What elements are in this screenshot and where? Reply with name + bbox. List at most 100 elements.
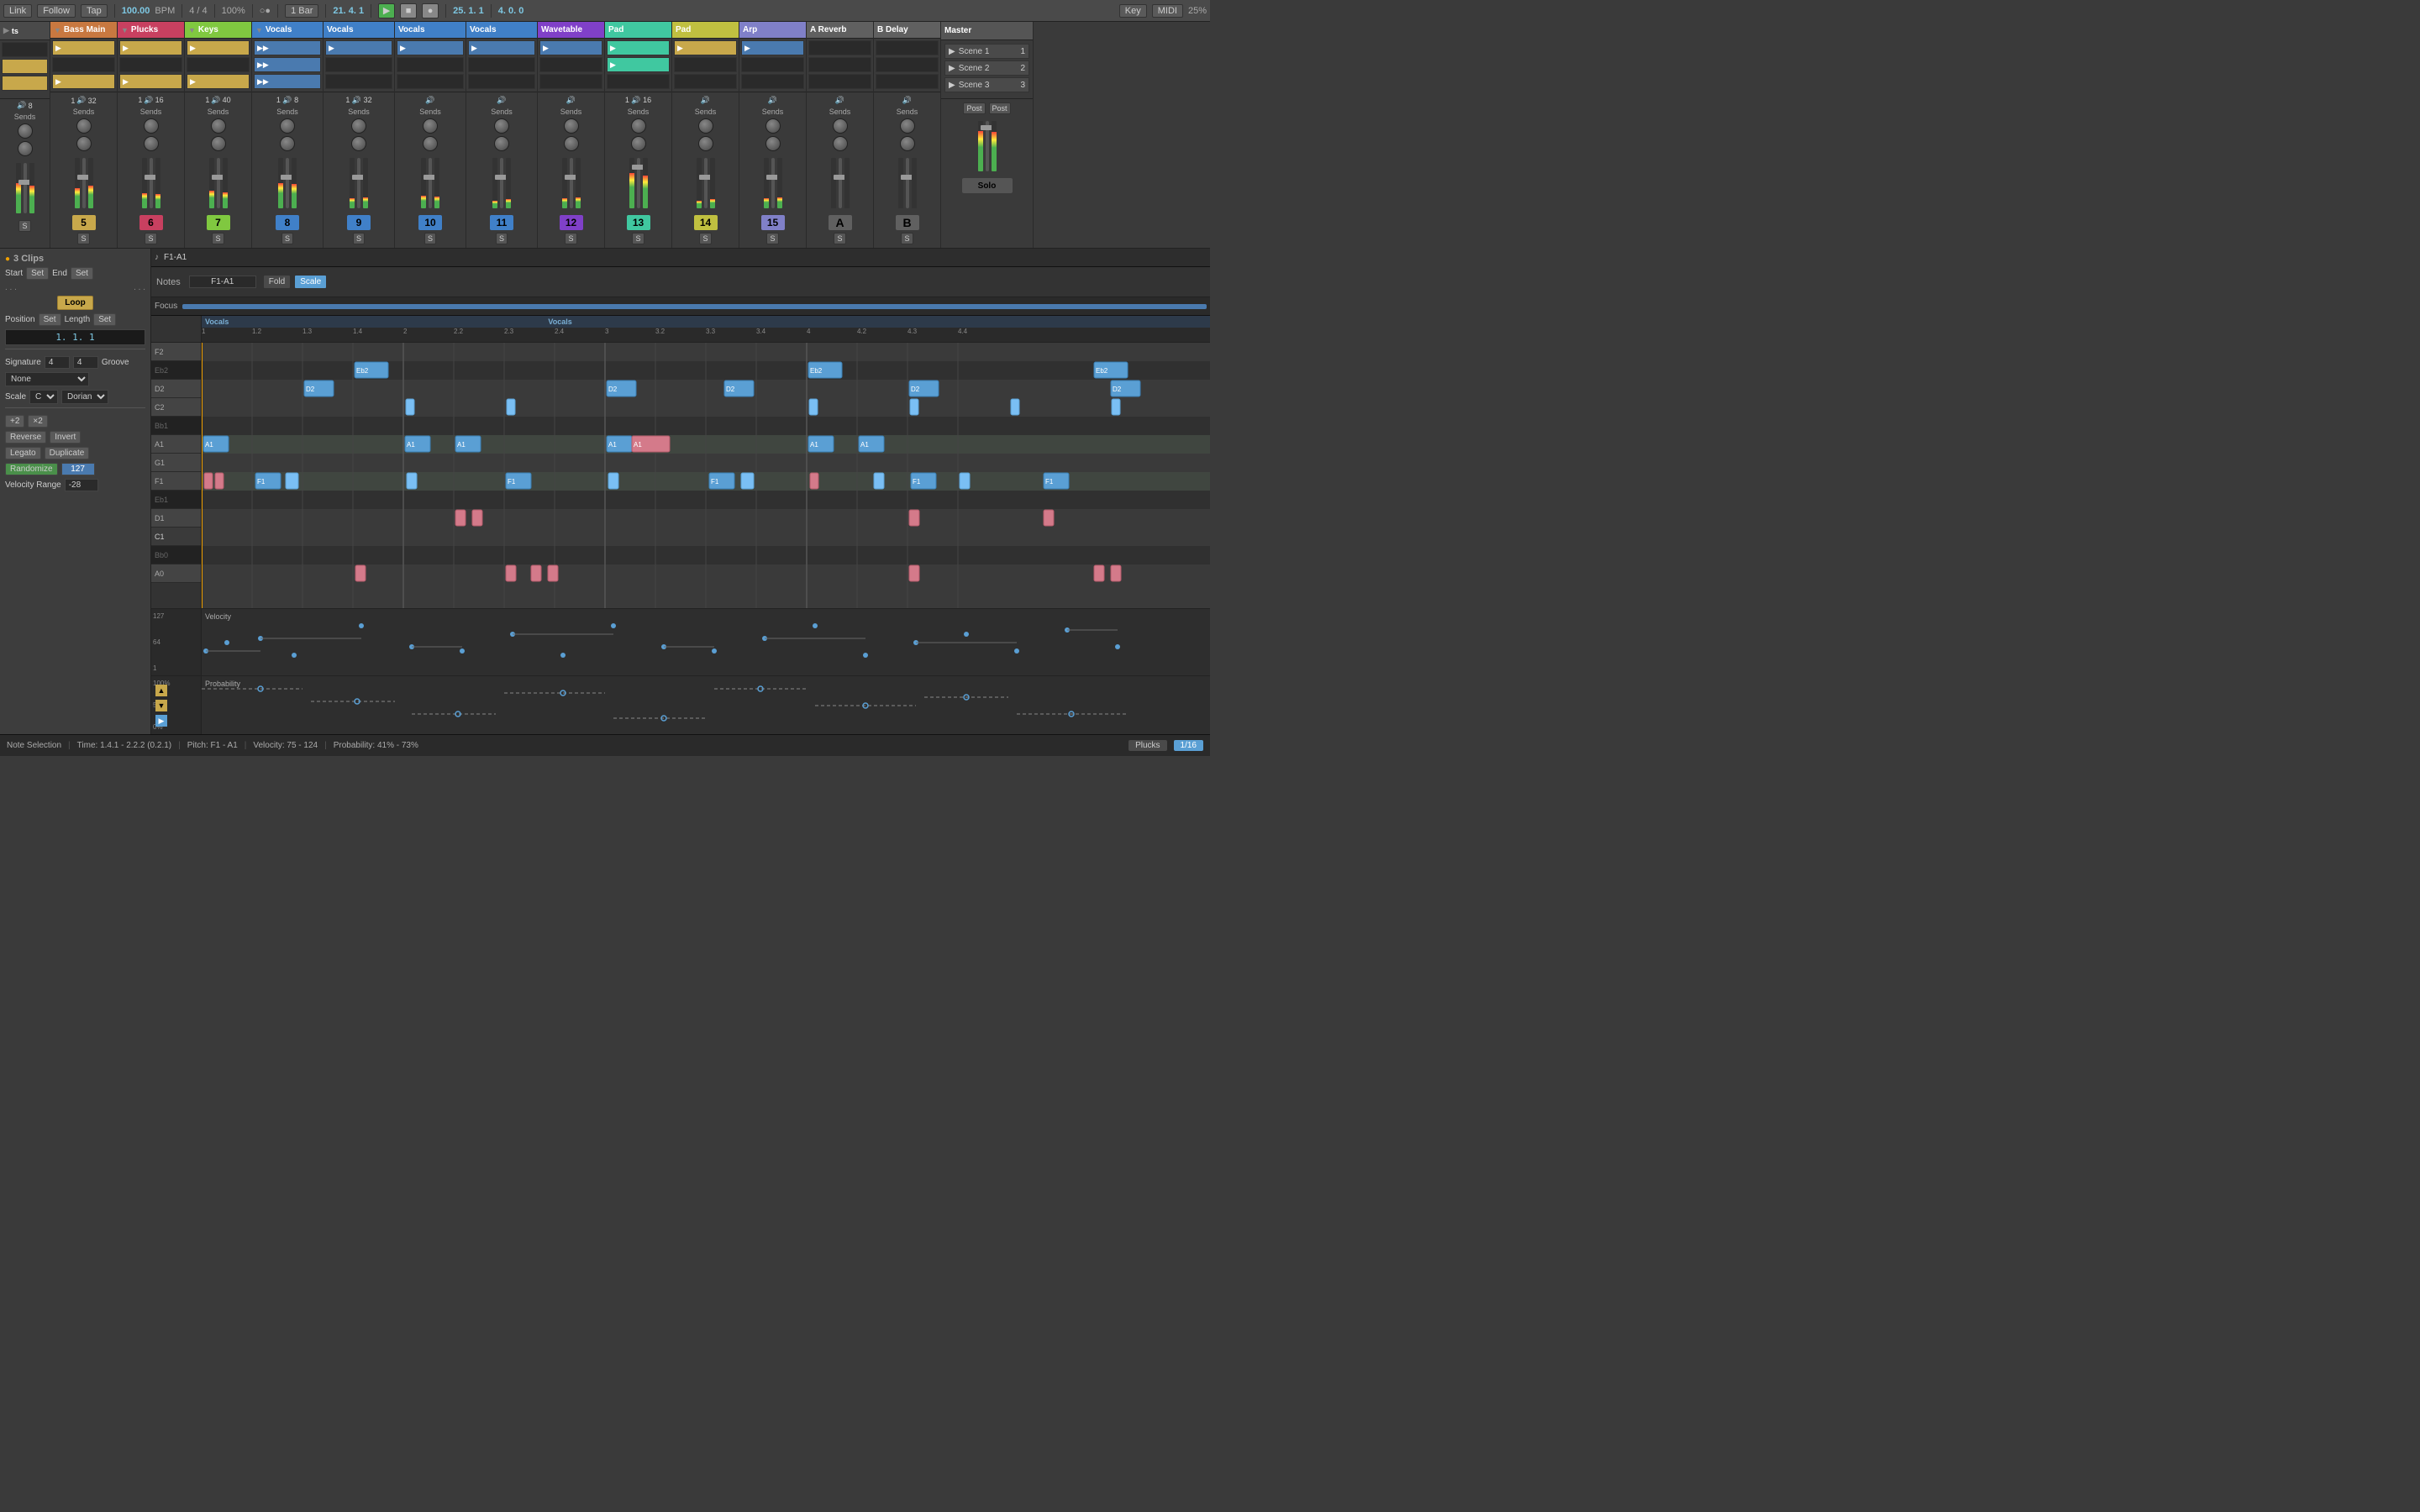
clip-13c[interactable]	[876, 74, 939, 89]
clip-11c[interactable]	[741, 74, 804, 89]
roll-content[interactable]: A1 A1 A1 A1 A1 A1 A1 Eb2	[202, 343, 1210, 608]
send-a-13[interactable]	[900, 118, 915, 134]
record-button[interactable]: ●	[422, 3, 439, 18]
clip-slot-1a[interactable]: ▶	[52, 40, 115, 55]
solo-btn-1[interactable]: S	[77, 233, 89, 244]
track-header-13[interactable]: B Delay	[874, 22, 940, 39]
clip-4b[interactable]: ▶▶	[254, 57, 321, 72]
track-header-7[interactable]: Vocals	[466, 22, 537, 39]
clip-6c[interactable]	[397, 74, 464, 89]
send-b-10[interactable]	[698, 136, 713, 151]
groove-select[interactable]: None	[5, 372, 89, 386]
pos-set-btn[interactable]: Set	[39, 313, 61, 326]
clip-6a[interactable]: ▶	[397, 40, 464, 55]
fader-3[interactable]	[217, 158, 220, 208]
solo-8[interactable]: S	[565, 233, 576, 244]
send-a-10[interactable]	[698, 118, 713, 134]
send-a-knob-1[interactable]	[76, 118, 92, 134]
len-set-btn[interactable]: Set	[93, 313, 116, 326]
clip-5a[interactable]: ▶	[325, 40, 392, 55]
key-c1[interactable]: C1	[151, 528, 201, 546]
fader-12[interactable]	[839, 158, 842, 208]
send-b-12[interactable]	[833, 136, 848, 151]
clip-slot-1b[interactable]	[52, 57, 115, 72]
fold-btn[interactable]: Fold	[263, 275, 291, 289]
track-header-10[interactable]: Pad	[672, 22, 739, 39]
track-header-4[interactable]: ▼ Vocals	[252, 22, 323, 39]
track-header-9[interactable]: Pad	[605, 22, 671, 39]
clip-slot-yellow2[interactable]	[2, 76, 48, 91]
reverse-btn[interactable]: Reverse	[5, 431, 46, 444]
vel-range-input[interactable]	[65, 479, 98, 491]
solo-11[interactable]: S	[766, 233, 778, 244]
fader-13[interactable]	[906, 158, 909, 208]
key-g1[interactable]: G1	[151, 454, 201, 472]
scene-3[interactable]: ▶ Scene 3 3	[944, 77, 1029, 92]
clip-5c[interactable]	[325, 74, 392, 89]
clip-13b[interactable]	[876, 57, 939, 72]
send-a-4[interactable]	[280, 118, 295, 134]
focus-bar[interactable]	[182, 304, 1207, 309]
transpose-down-btn[interactable]: ×2	[28, 415, 47, 428]
clip-9b[interactable]: ▶	[607, 57, 670, 72]
key-a1[interactable]: A1	[151, 435, 201, 454]
master-header[interactable]: Master	[941, 22, 1033, 40]
key-f1[interactable]: F1	[151, 472, 201, 491]
key-c2[interactable]: C2	[151, 398, 201, 417]
key-bb1[interactable]: Bb1	[151, 417, 201, 435]
end-set-btn[interactable]: Set	[71, 267, 93, 280]
send-a-9[interactable]	[631, 118, 646, 134]
solo-5[interactable]: S	[353, 233, 365, 244]
key-button[interactable]: Key	[1119, 4, 1147, 18]
send-a-knob-2[interactable]	[144, 118, 159, 134]
clip-12a[interactable]	[808, 40, 871, 55]
send-a-3[interactable]	[211, 118, 226, 134]
send-b-8[interactable]	[564, 136, 579, 151]
clip-4c[interactable]: ▶▶	[254, 74, 321, 89]
solo-12[interactable]: S	[834, 233, 845, 244]
solo-btn-2[interactable]: S	[145, 233, 156, 244]
play-button[interactable]: ▶	[378, 3, 395, 18]
clip-slot-2a[interactable]: ▶	[119, 40, 182, 55]
loop-button[interactable]: Loop	[57, 296, 92, 310]
follow-button[interactable]: Follow	[37, 4, 76, 18]
tap-button[interactable]: Tap	[81, 4, 108, 18]
clip-5b[interactable]	[325, 57, 392, 72]
clip-7c[interactable]	[468, 74, 535, 89]
clip-slot-yellow[interactable]	[2, 59, 48, 74]
sig-num-input[interactable]	[45, 356, 70, 369]
solo-9[interactable]: S	[632, 233, 644, 244]
start-set-btn[interactable]: Set	[26, 267, 49, 280]
fader-6[interactable]	[429, 158, 432, 208]
track-header-8[interactable]: Wavetable	[538, 22, 604, 39]
send-a-11[interactable]	[765, 118, 781, 134]
sig-den-input[interactable]	[73, 356, 98, 369]
randomize-value[interactable]	[61, 463, 95, 475]
track-header-beats[interactable]: ▶ts	[0, 22, 50, 40]
send-a-6[interactable]	[423, 118, 438, 134]
key-d2[interactable]: D2	[151, 380, 201, 398]
randomize-btn[interactable]: Randomize	[5, 463, 58, 475]
key-eb1[interactable]: Eb1	[151, 491, 201, 509]
fader-master[interactable]	[986, 121, 989, 171]
clip-13a[interactable]	[876, 40, 939, 55]
fader-9[interactable]	[637, 158, 640, 208]
post-btn-1[interactable]: Post	[963, 102, 985, 114]
key-a0[interactable]: A0	[151, 564, 201, 583]
send-b-knob[interactable]	[18, 141, 33, 156]
send-b-11[interactable]	[765, 136, 781, 151]
clip-10c[interactable]	[674, 74, 737, 89]
track-header-3[interactable]: ▼ Keys	[185, 22, 251, 39]
clip-6b[interactable]	[397, 57, 464, 72]
clip-3c[interactable]: ▶	[187, 74, 250, 89]
clip-slot-2b[interactable]	[119, 57, 182, 72]
clip-slot-2c[interactable]: ▶	[119, 74, 182, 89]
send-b-13[interactable]	[900, 136, 915, 151]
scale-key-select[interactable]: CDEF	[29, 390, 58, 404]
clip-slot-1c[interactable]: ▶	[52, 74, 115, 89]
scene-2[interactable]: ▶ Scene 2 2	[944, 60, 1029, 76]
fader-7[interactable]	[500, 158, 503, 208]
vel-graph[interactable]: Velocity	[202, 609, 1210, 675]
clip-9c[interactable]	[607, 74, 670, 89]
clip-11b[interactable]	[741, 57, 804, 72]
